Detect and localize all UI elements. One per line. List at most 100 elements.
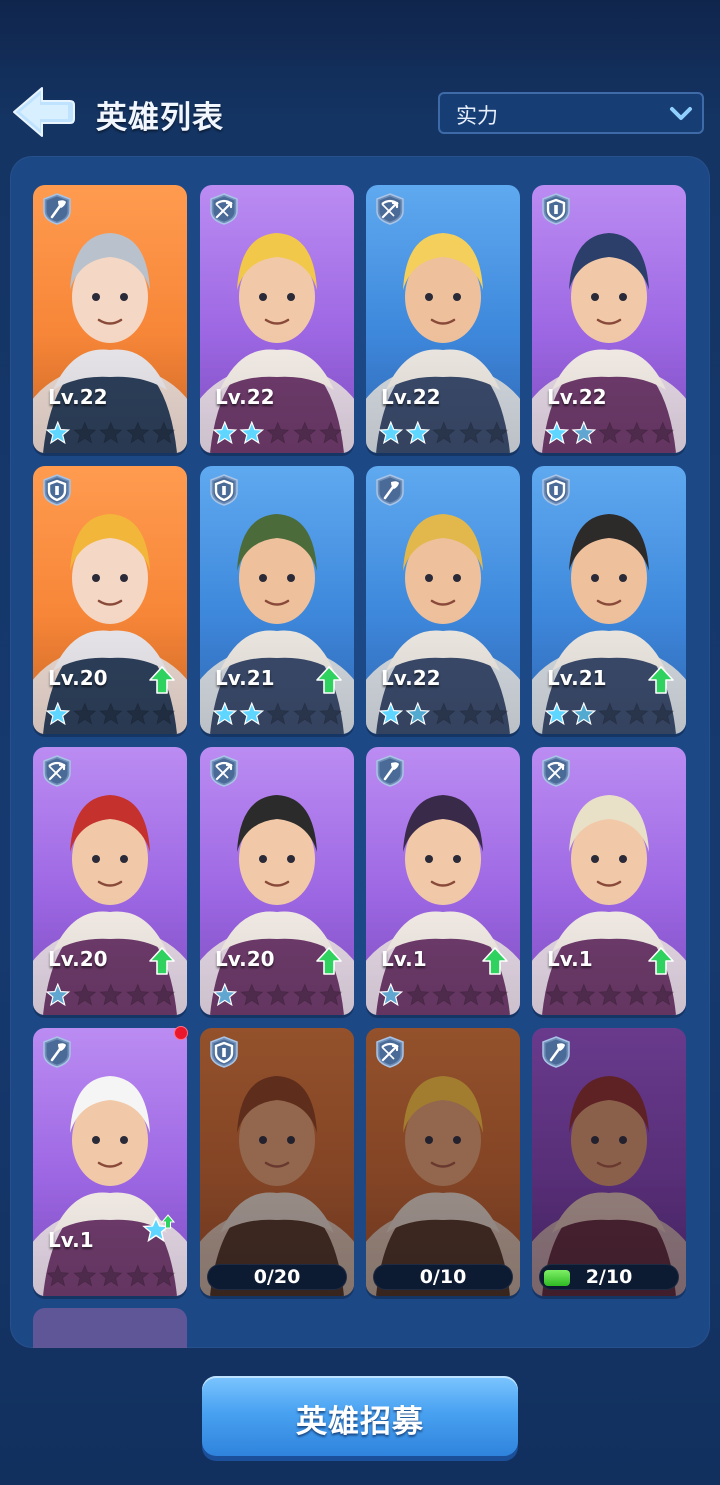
- star-empty-icon: [651, 421, 676, 444]
- star-empty-icon: [292, 421, 317, 444]
- notification-dot: [174, 1026, 188, 1040]
- star-rating: [544, 421, 676, 445]
- star-empty-icon: [319, 421, 344, 444]
- star-empty-icon: [99, 983, 123, 1006]
- hero-grid-panel: Lv.22 Lv.22 Lv.22 Lv.22 Lv.20 Lv.21 Lv.22 Lv.21…: [10, 156, 710, 1348]
- back-button[interactable]: [8, 84, 78, 140]
- star-empty-icon: [292, 983, 317, 1006]
- recruit-button-label: 英雄招募: [296, 1404, 424, 1440]
- sort-dropdown[interactable]: 实力: [438, 92, 704, 134]
- shard-progress-bar: 0/10: [373, 1264, 513, 1290]
- star-filled-icon: [378, 702, 404, 726]
- star-empty-icon: [125, 1264, 150, 1287]
- upgrade-arrow-icon: [648, 666, 674, 694]
- star-upgrade-icon: [142, 1214, 175, 1243]
- star-rating: [45, 983, 177, 1007]
- star-empty-icon: [266, 421, 290, 444]
- star-rating: [45, 702, 177, 726]
- star-rating: [45, 1264, 177, 1288]
- star-filled-icon: [405, 421, 430, 445]
- hero-level: Lv.1: [381, 947, 427, 971]
- star-filled-icon: [544, 421, 570, 445]
- star-empty-icon: [458, 702, 483, 725]
- crossbow-icon: [542, 755, 570, 787]
- star-filled-icon: [212, 702, 238, 726]
- hero-recruit-button[interactable]: 英雄招募: [202, 1376, 518, 1456]
- star-empty-icon: [72, 421, 97, 444]
- chevron-down-icon: [670, 107, 692, 120]
- star-empty-icon: [544, 983, 569, 1006]
- hero-level: Lv.20: [215, 947, 275, 971]
- upgrade-arrow-icon: [648, 947, 674, 975]
- star-rating: [378, 421, 510, 445]
- star-empty-icon: [485, 421, 510, 444]
- shovel-icon: [376, 474, 404, 506]
- hero-card[interactable]: Lv.1: [366, 747, 520, 1015]
- star-empty-icon: [45, 1264, 70, 1287]
- star-filled-icon: [212, 983, 238, 1007]
- shovel-icon: [542, 1036, 570, 1068]
- star-empty-icon: [598, 983, 622, 1006]
- star-rating: [212, 983, 344, 1007]
- hero-card[interactable]: Lv.22: [33, 185, 187, 453]
- star-empty-icon: [651, 983, 676, 1006]
- star-empty-icon: [485, 983, 510, 1006]
- hero-card[interactable]: Lv.20: [33, 466, 187, 734]
- hero-card[interactable]: Lv.22: [200, 185, 354, 453]
- hero-card[interactable]: Lv.22: [532, 185, 686, 453]
- star-empty-icon: [266, 702, 290, 725]
- star-empty-icon: [432, 702, 456, 725]
- star-empty-icon: [432, 983, 456, 1006]
- upgrade-arrow-icon: [482, 947, 508, 975]
- star-empty-icon: [152, 702, 177, 725]
- shield-icon: [210, 474, 238, 506]
- star-filled-icon: [239, 702, 264, 726]
- star-empty-icon: [99, 421, 123, 444]
- star-empty-icon: [598, 421, 622, 444]
- hero-card[interactable]: Lv.21: [532, 466, 686, 734]
- hero-card[interactable]: Lv.22: [366, 185, 520, 453]
- star-empty-icon: [125, 983, 150, 1006]
- star-filled-icon: [45, 421, 71, 445]
- upgrade-arrow-icon: [316, 947, 342, 975]
- star-empty-icon: [319, 983, 344, 1006]
- star-filled-icon: [378, 421, 404, 445]
- star-empty-icon: [651, 702, 676, 725]
- hero-card[interactable]: Lv.22: [366, 466, 520, 734]
- star-filled-icon: [571, 421, 596, 445]
- star-empty-icon: [72, 1264, 97, 1287]
- star-empty-icon: [72, 702, 97, 725]
- shovel-icon: [43, 1036, 71, 1068]
- star-empty-icon: [571, 983, 596, 1006]
- hero-card[interactable]: Lv.20: [200, 747, 354, 1015]
- hero-level: Lv.22: [48, 385, 108, 409]
- shovel-icon: [376, 755, 404, 787]
- star-empty-icon: [266, 983, 290, 1006]
- hero-card[interactable]: Lv.20: [33, 747, 187, 1015]
- hero-card[interactable]: 0/20: [200, 1028, 354, 1296]
- hero-card[interactable]: 0/10: [366, 1028, 520, 1296]
- hero-card[interactable]: 2/10: [532, 1028, 686, 1296]
- star-filled-icon: [212, 421, 238, 445]
- hero-level: Lv.22: [215, 385, 275, 409]
- star-empty-icon: [458, 983, 483, 1006]
- crossbow-icon: [210, 193, 238, 225]
- star-rating: [378, 702, 510, 726]
- shield-icon: [43, 474, 71, 506]
- hero-card[interactable]: Lv.1: [532, 747, 686, 1015]
- hero-card[interactable]: Lv.21: [200, 466, 354, 734]
- hero-level: Lv.1: [547, 947, 593, 971]
- back-arrow-icon: [13, 87, 75, 137]
- shield-icon: [210, 1036, 238, 1068]
- page-title: 英雄列表: [96, 100, 224, 136]
- star-empty-icon: [99, 702, 123, 725]
- star-empty-icon: [239, 983, 264, 1006]
- star-empty-icon: [125, 421, 150, 444]
- hero-card-partial: [33, 1308, 187, 1348]
- crossbow-icon: [210, 755, 238, 787]
- upgrade-arrow-icon: [149, 947, 175, 975]
- hero-level: Lv.21: [547, 666, 607, 690]
- hero-card[interactable]: Lv.1: [33, 1028, 187, 1296]
- hero-level: Lv.22: [381, 666, 441, 690]
- star-filled-icon: [544, 702, 570, 726]
